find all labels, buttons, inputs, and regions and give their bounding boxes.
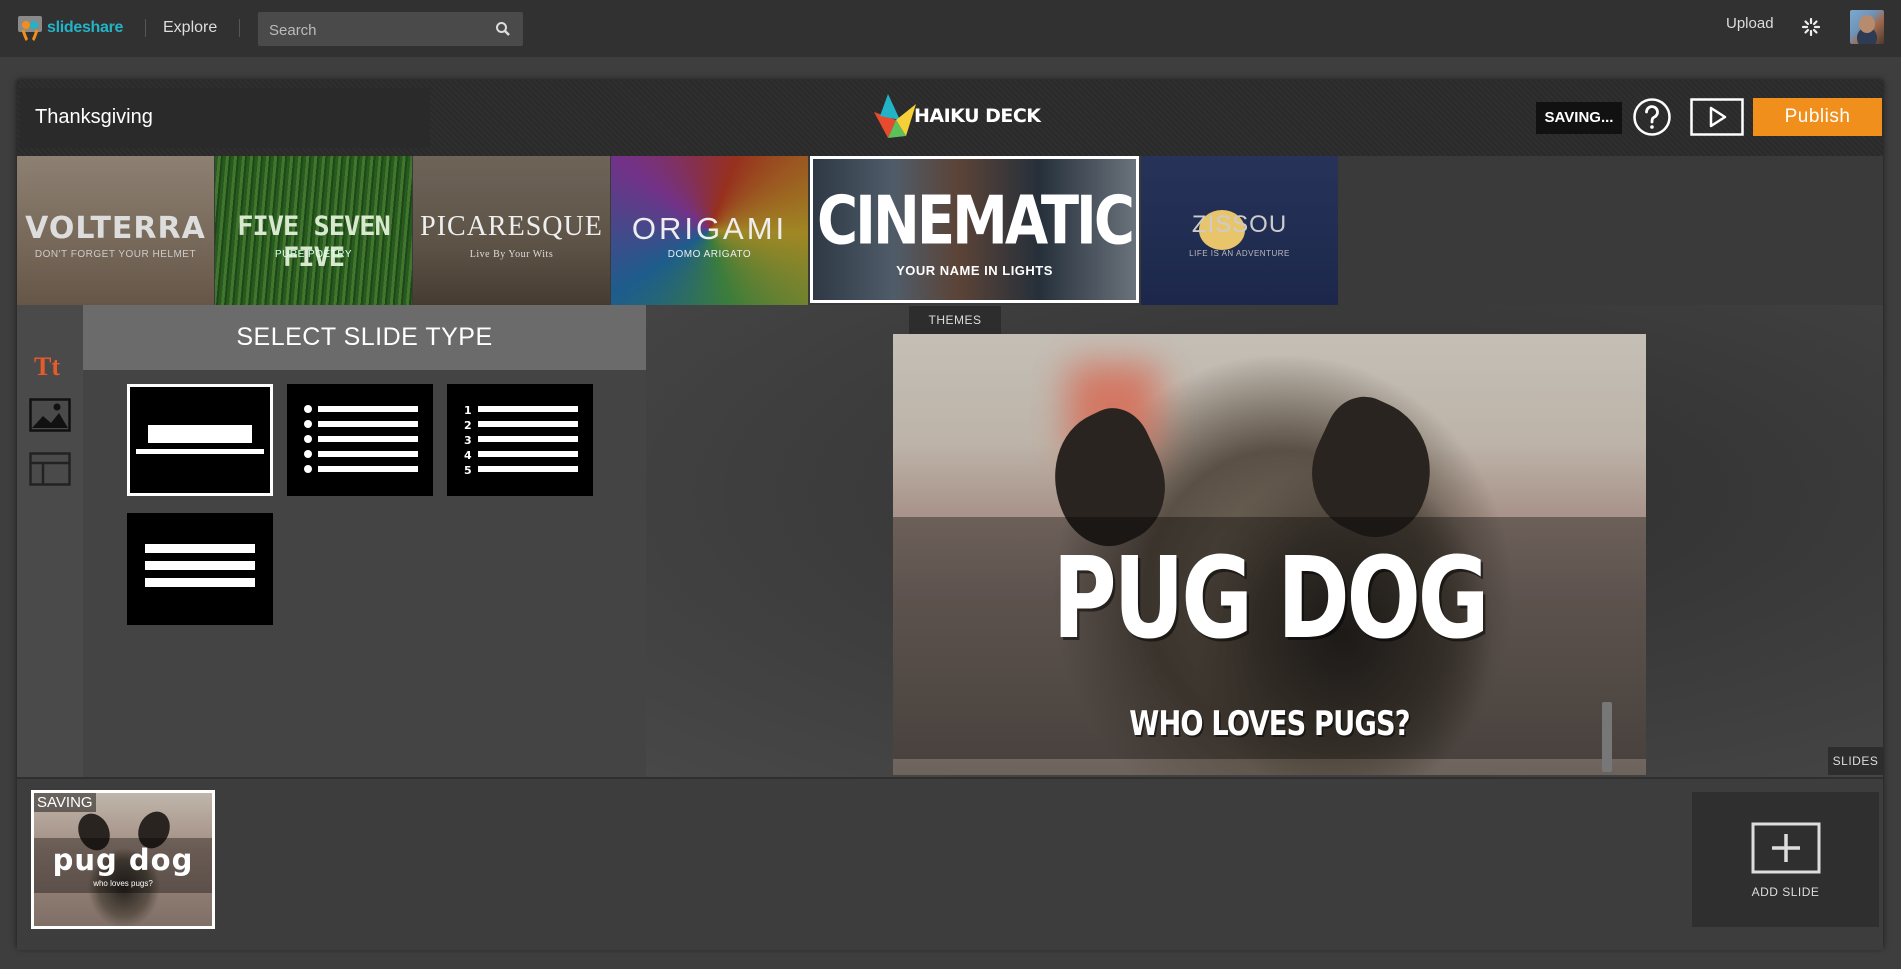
title-layout-icon [136, 425, 264, 454]
themes-tab[interactable]: THEMES [909, 306, 1001, 334]
slideshare-wordmark: slideshare [47, 19, 124, 36]
text-tool-icon[interactable]: Tt [34, 352, 60, 382]
theme-name: ORIGAMI [631, 211, 788, 246]
theme-subtitle: DON'T FORGET YOUR HELMET [34, 249, 197, 260]
divider [145, 19, 146, 37]
theme-origami[interactable]: ORIGAMI DOMO ARIGATO [611, 156, 808, 305]
svg-text:3: 3 [464, 434, 472, 447]
svg-text:2: 2 [464, 419, 472, 432]
theme-name: FIVE SEVEN FIVE [237, 211, 391, 273]
slide-subtitle[interactable]: WHO LOVES PUGS? [968, 704, 1570, 744]
theme-subtitle: YOUR NAME IN LIGHTS [896, 263, 1053, 278]
add-slide-label: ADD SLIDE [1751, 885, 1820, 899]
theme-cinematic[interactable]: CINEMATIC YOUR NAME IN LIGHTS [810, 156, 1139, 303]
slide-thumbnail[interactable]: SAVING pug dog who loves pugs? [31, 790, 215, 929]
theme-name: CINEMATIC [817, 182, 1135, 261]
slideshare-logo-icon [18, 16, 42, 41]
slide-title[interactable]: PUG DOG [976, 534, 1563, 664]
text-block-icon [145, 544, 255, 587]
theme-volterra[interactable]: VOLTERRA DON'T FORGET YOUR HELMET [17, 156, 214, 305]
deck-title-field[interactable]: Thanksgiving [20, 88, 430, 148]
thumbnail-title: pug dog [52, 843, 194, 877]
slide-preview[interactable]: PUG DOG WHO LOVES PUGS? [893, 334, 1646, 775]
theme-zissou[interactable]: ZISSOU LIFE IS AN ADVENTURE [1141, 156, 1338, 305]
publish-button[interactable]: Publish [1753, 98, 1882, 136]
slide-type-numbered-list[interactable]: 1 2 3 4 5 [447, 384, 593, 496]
theme-subtitle: PURE POETRY [275, 249, 352, 260]
themes-strip: VOLTERRA DON'T FORGET YOUR HELMET FIVE S… [17, 156, 1883, 305]
user-avatar[interactable] [1850, 10, 1884, 44]
add-slide-button[interactable]: ADD SLIDE [1692, 792, 1879, 927]
play-icon[interactable] [1690, 98, 1744, 136]
theme-name: PICARESQUE [420, 211, 603, 242]
thumbnail-subtitle: who loves pugs? [93, 879, 153, 888]
upload-link[interactable]: Upload [1726, 15, 1774, 32]
help-icon[interactable] [1632, 97, 1672, 137]
theme-picaresque[interactable]: PICARESQUE Live By Your Wits [413, 156, 610, 305]
image-tool-icon[interactable] [29, 398, 71, 432]
saving-status-badge: SAVING... [1536, 102, 1622, 134]
search-input[interactable] [258, 12, 491, 48]
haiku-deck-wordmark: HAIKU DECK [914, 105, 1041, 127]
theme-five-seven-five[interactable]: FIVE SEVEN FIVE PURE POETRY [215, 156, 412, 305]
theme-subtitle: Live By Your Wits [469, 249, 554, 260]
haiku-deck-logo: HAIKU DECK [870, 88, 1041, 144]
theme-name: VOLTERRA [25, 211, 206, 246]
svg-text:4: 4 [464, 449, 472, 462]
haiku-deck-logo-icon [874, 94, 916, 138]
explore-link[interactable]: Explore [163, 19, 217, 37]
numbered-list-icon: 1 2 3 4 5 [464, 404, 578, 477]
slideshare-logo[interactable]: slideshare [17, 13, 123, 43]
slide-type-text-block[interactable] [127, 513, 273, 625]
select-slide-type-header: SELECT SLIDE TYPE [83, 305, 646, 370]
gear-icon[interactable] [1800, 16, 1822, 38]
svg-text:1: 1 [464, 404, 472, 417]
bulleted-list-icon [304, 405, 418, 473]
plus-icon [1751, 822, 1820, 874]
slides-tab[interactable]: SLIDES [1828, 747, 1883, 775]
theme-subtitle: LIFE IS AN ADVENTURE [1189, 249, 1290, 258]
search-box [258, 12, 523, 48]
theme-subtitle: DOMO ARIGATO [667, 249, 752, 260]
slides-filmstrip [17, 777, 1883, 950]
search-icon[interactable] [495, 21, 511, 37]
top-navigation-bar: slideshare Explore Upload [0, 0, 1901, 57]
divider [239, 19, 240, 37]
slide-type-bulleted-list[interactable] [287, 384, 433, 496]
thumbnail-saving-tag: SAVING [34, 793, 96, 812]
svg-text:5: 5 [464, 464, 472, 477]
layout-tool-icon[interactable] [29, 452, 71, 486]
slide-type-title[interactable] [127, 384, 273, 496]
preview-scrollbar[interactable] [1602, 702, 1612, 772]
theme-name: ZISSOU [1191, 211, 1288, 238]
